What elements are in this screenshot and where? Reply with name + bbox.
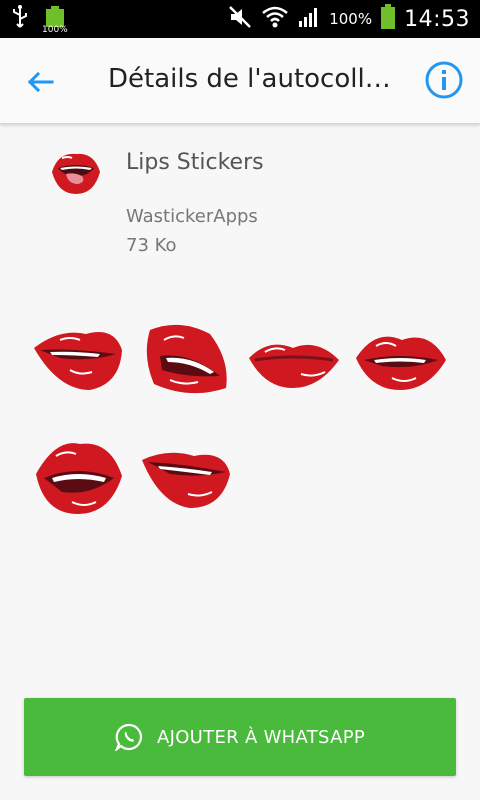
whatsapp-icon <box>114 723 143 753</box>
add-to-whatsapp-button[interactable]: AJOUTER À WHATSAPP <box>24 698 456 776</box>
battery-full-icon: 100% <box>42 6 68 35</box>
pack-tray-icon <box>48 146 104 200</box>
mute-icon <box>227 4 253 34</box>
status-bar: 100% 100% 14:53 <box>0 0 480 38</box>
lips-sticker-1[interactable] <box>30 310 126 406</box>
battery-percent: 100% <box>329 10 373 28</box>
usb-icon <box>10 5 30 35</box>
pack-size: 73 Ko <box>126 235 177 256</box>
signal-icon <box>297 5 321 33</box>
lips-sticker-3[interactable] <box>245 318 341 414</box>
pack-publisher: WastickerApps <box>126 206 258 227</box>
battery-icon <box>380 4 396 34</box>
app-bar: Détails de l'autocoll… <box>0 38 480 124</box>
lips-sticker-2[interactable] <box>140 310 236 406</box>
page-title: Détails de l'autocoll… <box>108 64 391 94</box>
battery-small-label: 100% <box>42 25 68 35</box>
info-icon[interactable] <box>424 60 464 100</box>
lips-sticker-6[interactable] <box>138 438 234 534</box>
lips-sticker-4[interactable] <box>352 316 448 412</box>
arrow-back-icon[interactable] <box>22 64 58 100</box>
clock: 14:53 <box>404 6 470 32</box>
wifi-icon <box>261 5 289 33</box>
add-to-whatsapp-label: AJOUTER À WHATSAPP <box>156 726 366 748</box>
pack-name: Lips Stickers <box>126 150 264 175</box>
lips-sticker-5[interactable] <box>30 430 126 526</box>
